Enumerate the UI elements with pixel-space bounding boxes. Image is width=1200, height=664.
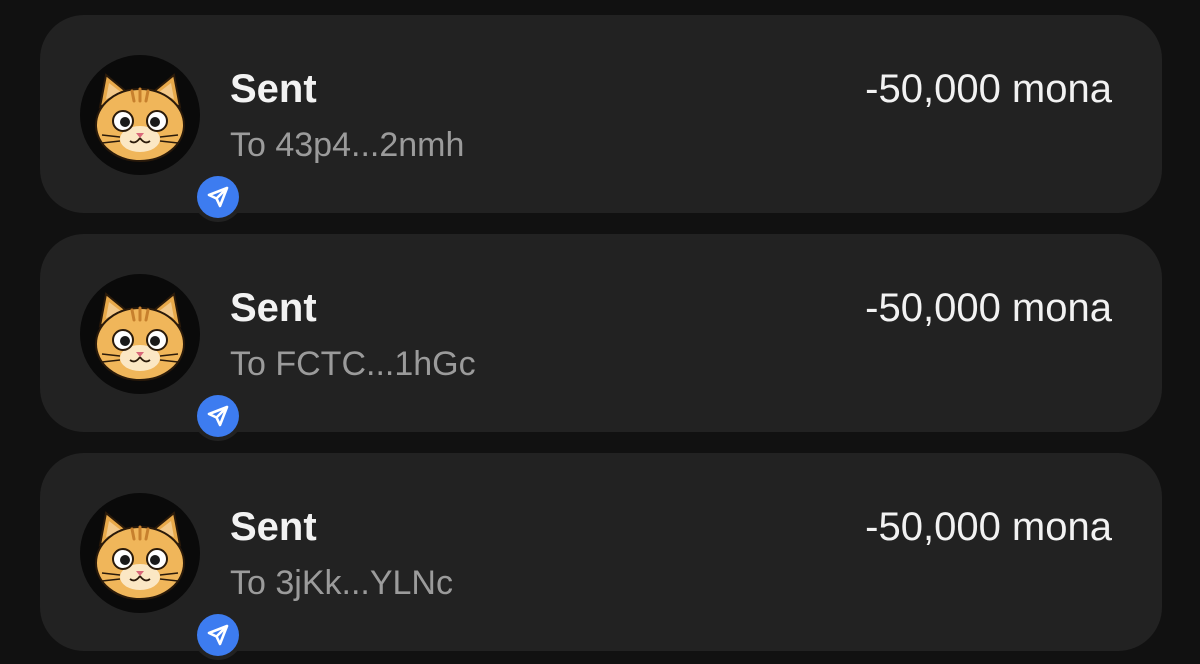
- transaction-title: Sent: [230, 505, 317, 549]
- send-arrow-icon: [197, 176, 239, 218]
- send-arrow-icon: [197, 614, 239, 656]
- transaction-amount: -50,000 mona: [865, 286, 1112, 330]
- transaction-amount: -50,000 mona: [865, 505, 1112, 549]
- token-avatar: [80, 493, 243, 660]
- sent-badge: [193, 391, 243, 441]
- transaction-item[interactable]: Sent To FCTC...1hGc -50,000 mona: [40, 234, 1162, 441]
- sent-badge: [193, 610, 243, 660]
- transaction-amount: -50,000 mona: [865, 67, 1112, 111]
- transaction-item[interactable]: Sent To 43p4...2nmh -50,000 mona: [40, 15, 1162, 222]
- sent-badge: [193, 172, 243, 222]
- transaction-recipient: To 3jKk...YLNc: [230, 564, 453, 602]
- transaction-recipient: To FCTC...1hGc: [230, 345, 476, 383]
- cat-avatar-icon: [80, 493, 200, 613]
- transaction-title: Sent: [230, 67, 317, 111]
- cat-avatar-icon: [80, 55, 200, 175]
- cat-avatar-icon: [80, 274, 200, 394]
- token-avatar: [80, 55, 243, 222]
- transaction-item[interactable]: Sent To 3jKk...YLNc -50,000 mona: [40, 453, 1162, 660]
- transaction-title: Sent: [230, 286, 317, 330]
- transaction-recipient: To 43p4...2nmh: [230, 126, 465, 164]
- send-arrow-icon: [197, 395, 239, 437]
- token-avatar: [80, 274, 243, 441]
- transaction-list: Sent To 43p4...2nmh -50,000 mona Sent To…: [0, 0, 1200, 664]
